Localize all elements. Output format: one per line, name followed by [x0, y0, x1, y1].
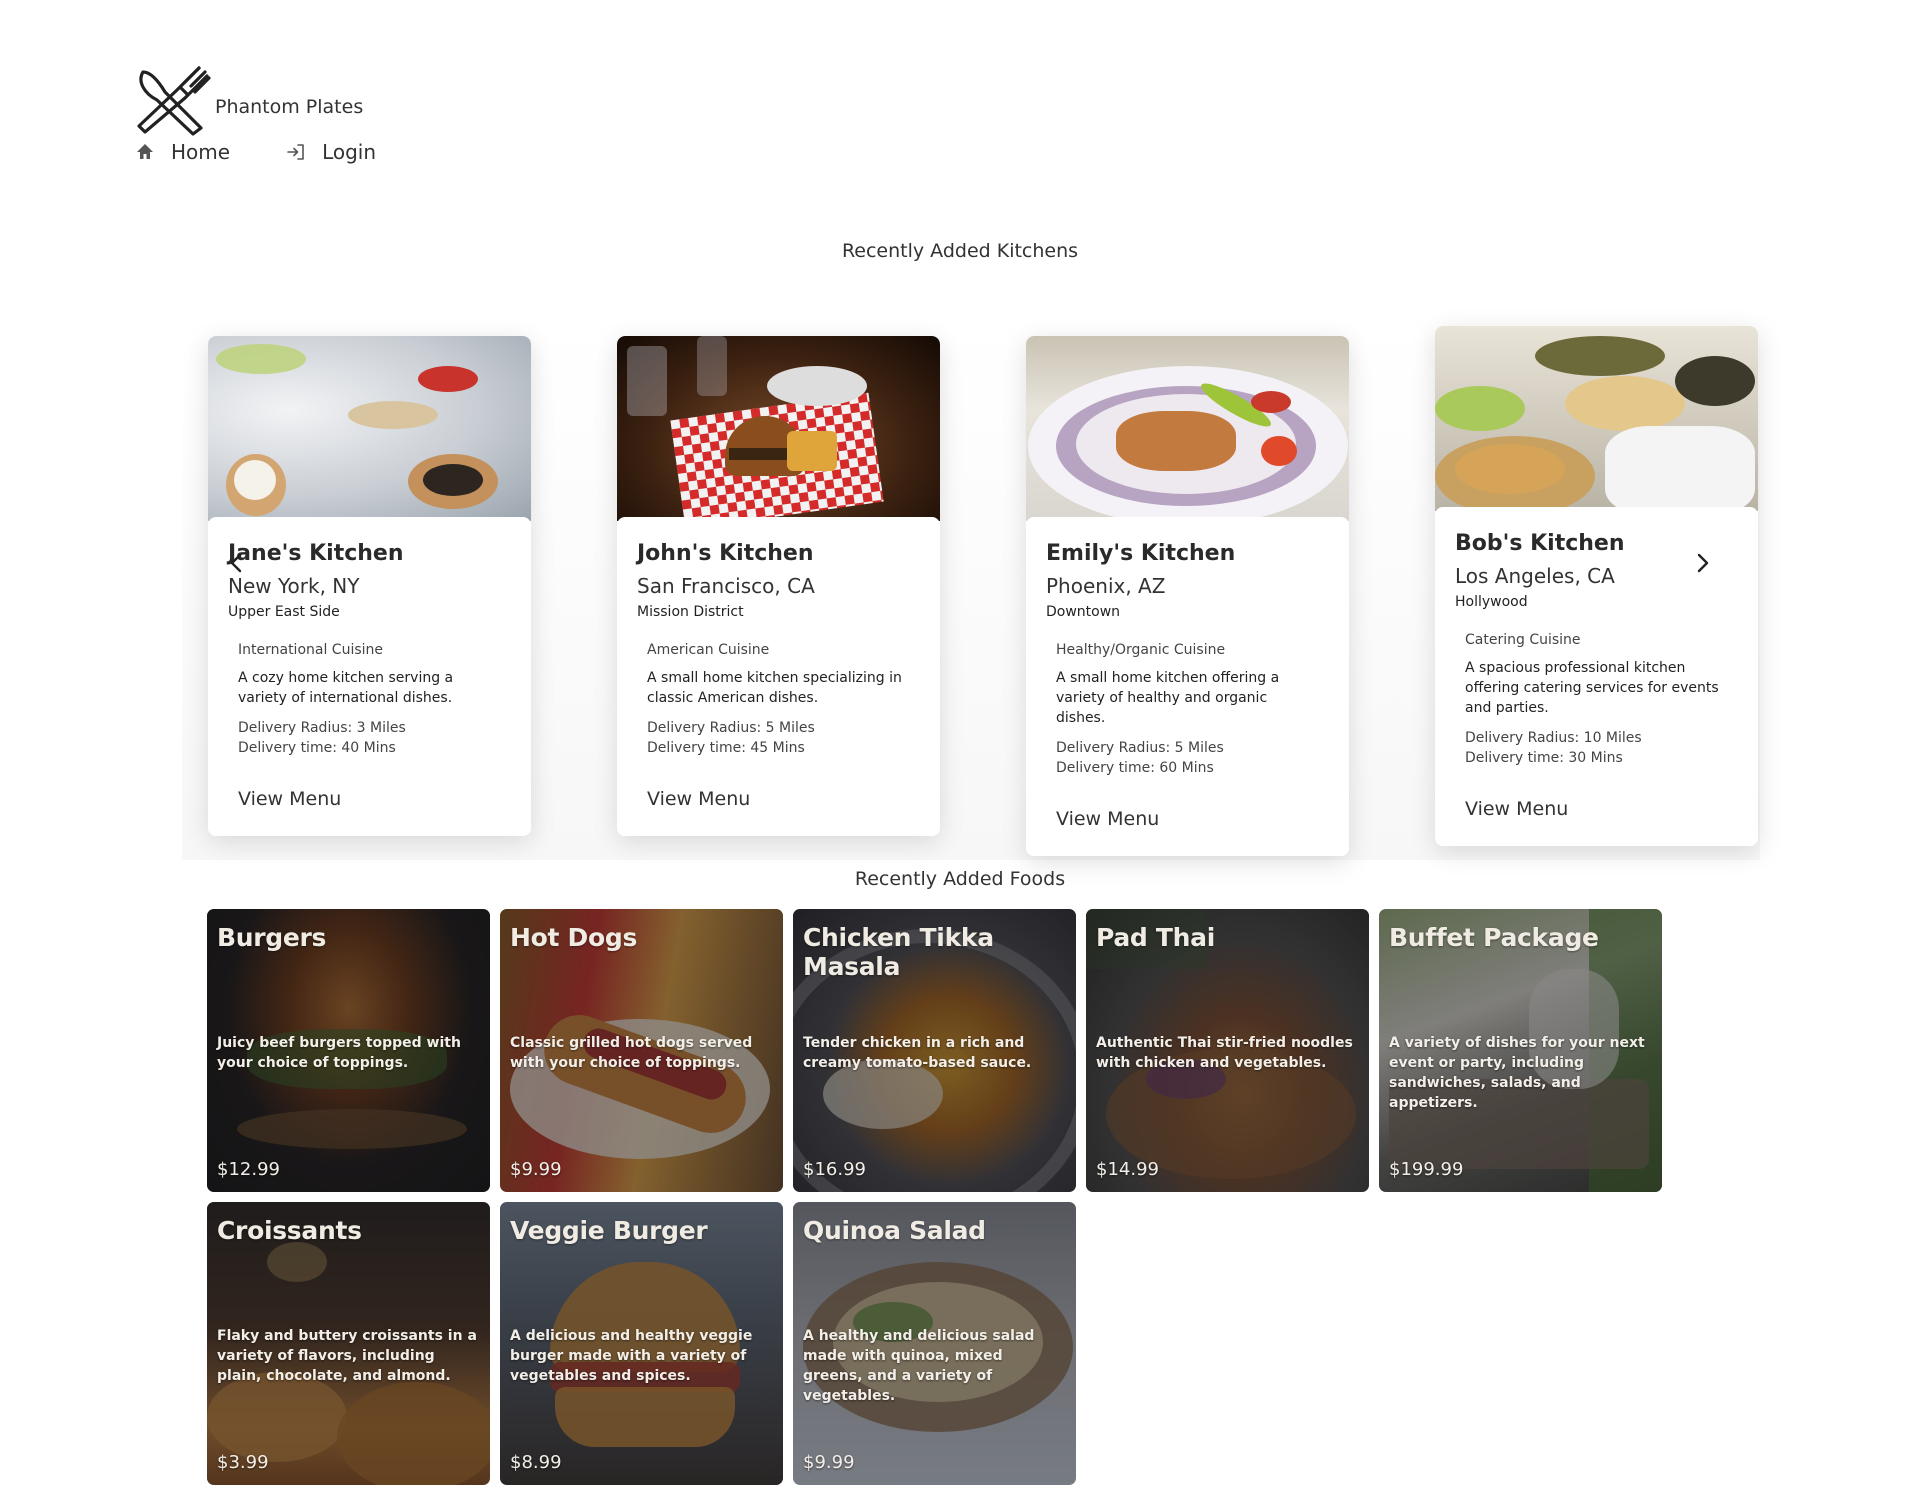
view-menu-button[interactable]: View Menu	[1056, 808, 1319, 830]
food-name: Buffet Package	[1389, 923, 1599, 952]
food-description: Classic grilled hot dogs served with you…	[510, 1035, 753, 1071]
login-icon	[287, 144, 304, 160]
food-card[interactable]: Hot Dogs Classic grilled hot dogs served…	[500, 909, 783, 1192]
main-nav: Home Login	[135, 140, 376, 164]
chevron-left-icon[interactable]	[226, 552, 248, 574]
kitchen-delivery-time: Delivery time: 30 Mins	[1465, 750, 1623, 766]
food-description: Juicy beef burgers topped with your choi…	[217, 1035, 461, 1071]
food-name: Croissants	[217, 1216, 362, 1245]
kitchen-cuisine: Catering Cuisine	[1465, 632, 1581, 648]
food-price: $14.99	[1096, 1159, 1159, 1180]
kitchen-name: Emily's Kitchen	[1046, 541, 1236, 566]
view-menu-button[interactable]: View Menu	[647, 788, 910, 810]
kitchen-image	[617, 336, 940, 521]
food-description: A healthy and delicious salad made with …	[803, 1328, 1035, 1404]
kitchen-area: Mission District	[637, 604, 744, 620]
kitchens-carousel: Jane's Kitchen New York, NY Upper East S…	[182, 322, 1760, 860]
food-card[interactable]: Quinoa Salad A healthy and delicious sal…	[793, 1202, 1076, 1485]
food-name: Hot Dogs	[510, 923, 638, 952]
kitchen-cuisine: Healthy/Organic Cuisine	[1056, 642, 1226, 658]
kitchen-delivery-radius: Delivery Radius: 10 Miles	[1465, 730, 1642, 746]
food-description: Tender chicken in a rich and creamy toma…	[803, 1035, 1032, 1071]
food-card[interactable]: Burgers Juicy beef burgers topped with y…	[207, 909, 490, 1192]
crossed-fork-knife-icon	[137, 66, 211, 136]
food-card[interactable]: Croissants Flaky and buttery croissants …	[207, 1202, 490, 1485]
kitchen-card: John's Kitchen San Francisco, CA Mission…	[617, 336, 940, 836]
food-name: Burgers	[217, 923, 327, 952]
kitchen-image	[1026, 336, 1349, 521]
food-card[interactable]: Buffet Package A variety of dishes for y…	[1379, 909, 1662, 1192]
food-name: Pad Thai	[1096, 923, 1216, 952]
food-price: $9.99	[510, 1159, 562, 1180]
chevron-right-icon[interactable]	[1691, 552, 1713, 574]
kitchen-info: Emily's Kitchen Phoenix, AZ Downtown Hea…	[1026, 517, 1349, 856]
kitchen-image	[208, 336, 531, 521]
food-card[interactable]: Pad Thai Authentic Thai stir-fried noodl…	[1086, 909, 1369, 1192]
food-price: $3.99	[217, 1452, 269, 1473]
food-price: $9.99	[803, 1452, 855, 1473]
nav-login[interactable]: Login	[286, 140, 376, 164]
kitchen-description: A spacious professional kitchen offering…	[1465, 660, 1719, 716]
food-price: $199.99	[1389, 1159, 1464, 1180]
food-description: Flaky and buttery croissants in a variet…	[217, 1328, 477, 1384]
kitchen-area: Hollywood	[1455, 594, 1528, 610]
kitchen-description: A small home kitchen offering a variety …	[1056, 670, 1280, 726]
nav-login-label: Login	[322, 140, 377, 164]
view-menu-button[interactable]: View Menu	[1465, 798, 1728, 820]
food-card[interactable]: Veggie Burger A delicious and healthy ve…	[500, 1202, 783, 1485]
kitchen-delivery-radius: Delivery Radius: 3 Miles	[238, 720, 406, 736]
food-price: $8.99	[510, 1452, 562, 1473]
kitchen-card: Emily's Kitchen Phoenix, AZ Downtown Hea…	[1026, 336, 1349, 856]
kitchen-area: Upper East Side	[228, 604, 340, 620]
kitchen-delivery-radius: Delivery Radius: 5 Miles	[647, 720, 815, 736]
kitchen-image	[1435, 326, 1758, 511]
food-description: A delicious and healthy veggie burger ma…	[510, 1328, 753, 1384]
kitchen-delivery-time: Delivery time: 40 Mins	[238, 740, 396, 756]
kitchen-city: San Francisco, CA	[637, 574, 815, 598]
food-description: Authentic Thai stir-fried noodles with c…	[1096, 1035, 1353, 1071]
kitchen-city: New York, NY	[228, 574, 360, 598]
brand[interactable]: Phantom Plates	[135, 62, 363, 138]
kitchen-name: Jane's Kitchen	[228, 541, 404, 566]
kitchen-name: John's Kitchen	[637, 541, 814, 566]
kitchen-delivery-time: Delivery time: 45 Mins	[647, 740, 805, 756]
foods-section-title: Recently Added Foods	[854, 868, 1066, 890]
kitchens-section-title: Recently Added Kitchens	[841, 240, 1079, 262]
kitchen-area: Downtown	[1046, 604, 1121, 620]
food-description: A variety of dishes for your next event …	[1389, 1035, 1645, 1111]
kitchen-cuisine: American Cuisine	[647, 642, 770, 658]
kitchen-description: A small home kitchen specializing in cla…	[647, 670, 902, 706]
kitchen-description: A cozy home kitchen serving a variety of…	[238, 670, 454, 706]
food-name: Veggie Burger	[510, 1216, 708, 1245]
kitchen-delivery-time: Delivery time: 60 Mins	[1056, 760, 1214, 776]
kitchen-info: Jane's Kitchen New York, NY Upper East S…	[208, 517, 531, 836]
kitchen-card: Jane's Kitchen New York, NY Upper East S…	[208, 336, 531, 836]
kitchen-cuisine: International Cuisine	[238, 642, 384, 658]
kitchen-delivery-radius: Delivery Radius: 5 Miles	[1056, 740, 1224, 756]
brand-name: Phantom Plates	[215, 96, 364, 118]
nav-home[interactable]: Home	[135, 140, 230, 164]
nav-home-label: Home	[171, 140, 231, 164]
food-price: $16.99	[803, 1159, 866, 1180]
kitchen-city: Phoenix, AZ	[1046, 574, 1166, 598]
kitchen-card: Bob's Kitchen Los Angeles, CA Hollywood …	[1435, 326, 1758, 846]
home-icon	[137, 144, 153, 159]
food-price: $12.99	[217, 1159, 280, 1180]
view-menu-button[interactable]: View Menu	[238, 788, 501, 810]
food-name: Quinoa Salad	[803, 1216, 986, 1245]
food-name: Chicken Tikka Masala	[803, 923, 994, 981]
kitchen-info: John's Kitchen San Francisco, CA Mission…	[617, 517, 940, 836]
food-card[interactable]: Chicken Tikka Masala Tender chicken in a…	[793, 909, 1076, 1192]
